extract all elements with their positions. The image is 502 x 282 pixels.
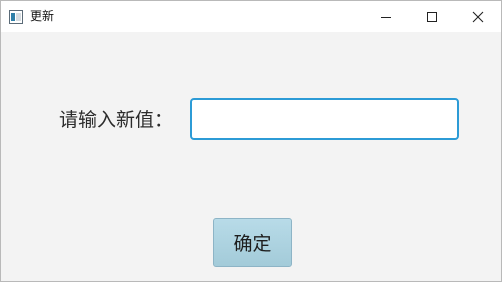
new-value-input[interactable]	[190, 98, 459, 140]
close-icon	[472, 11, 484, 23]
maximize-icon	[426, 11, 438, 23]
confirm-button[interactable]: 确定	[213, 218, 292, 267]
minimize-icon	[380, 11, 392, 23]
window-title: 更新	[30, 9, 55, 23]
new-value-label: 请输入新值：	[59, 109, 174, 131]
maximize-button[interactable]	[409, 1, 455, 32]
close-button[interactable]	[455, 1, 501, 32]
window-app-icon	[9, 9, 23, 24]
minimize-button[interactable]	[363, 1, 409, 32]
title-bar[interactable]: 更新	[1, 1, 501, 32]
dialog-window: 更新 请输入新值： 确定	[0, 0, 502, 282]
